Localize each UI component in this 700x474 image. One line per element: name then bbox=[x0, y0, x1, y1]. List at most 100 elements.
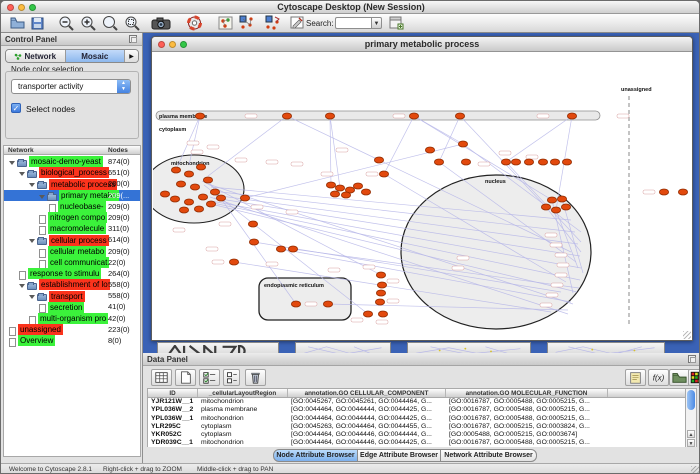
delete-attribute-icon[interactable] bbox=[245, 369, 266, 386]
network-node[interactable] bbox=[196, 164, 205, 170]
column-header[interactable]: ID bbox=[148, 389, 198, 397]
network-node[interactable] bbox=[249, 239, 258, 245]
tree-row[interactable]: transport558(0) bbox=[4, 290, 140, 301]
network-node[interactable] bbox=[353, 183, 362, 189]
tree-row[interactable]: multi-organism pro42(0) bbox=[4, 313, 140, 324]
graphics-details-icon[interactable] bbox=[217, 15, 234, 31]
background-window-sliver[interactable] bbox=[157, 342, 279, 353]
network-node[interactable] bbox=[659, 189, 668, 195]
network-node[interactable] bbox=[248, 221, 257, 227]
network-node[interactable] bbox=[176, 181, 185, 187]
node-color-dropdown[interactable]: transporter activity▲▼ bbox=[11, 79, 131, 94]
first-neighbors-icon[interactable] bbox=[238, 15, 255, 31]
network-node[interactable] bbox=[455, 113, 464, 119]
network-edge[interactable] bbox=[384, 116, 414, 174]
network-node[interactable] bbox=[524, 159, 533, 165]
network-edge[interactable] bbox=[439, 116, 460, 162]
network-node[interactable] bbox=[538, 159, 547, 165]
unselect-attributes-icon[interactable] bbox=[223, 369, 240, 386]
expand-arrow-icon[interactable] bbox=[29, 183, 35, 187]
network-node[interactable] bbox=[678, 189, 687, 195]
expand-arrow-icon[interactable] bbox=[39, 195, 45, 199]
network-node[interactable] bbox=[206, 201, 215, 207]
network-node[interactable] bbox=[323, 301, 332, 307]
tree-row[interactable]: unassigned223(0) bbox=[4, 324, 140, 335]
network-node[interactable] bbox=[170, 196, 179, 202]
zoom-out-icon[interactable] bbox=[58, 15, 75, 31]
network-node[interactable] bbox=[561, 204, 570, 210]
network-node[interactable] bbox=[378, 311, 387, 317]
zoom-in-icon[interactable] bbox=[80, 15, 97, 31]
tree-row[interactable]: establishment of lo558(0) bbox=[4, 279, 140, 290]
scrollbar-thumb[interactable] bbox=[687, 390, 695, 410]
tab-node-attribute-browser[interactable]: Node Attribute Browser bbox=[273, 449, 358, 462]
new-view-icon[interactable] bbox=[388, 15, 405, 31]
network-node[interactable] bbox=[194, 206, 203, 212]
tabs-overflow-arrow-icon[interactable]: ▶ bbox=[125, 50, 138, 62]
network-node[interactable] bbox=[210, 189, 219, 195]
search-input[interactable] bbox=[335, 17, 371, 29]
tab-network[interactable]: Network bbox=[6, 50, 66, 62]
network-edge[interactable] bbox=[287, 116, 379, 160]
zoom-fit-icon[interactable] bbox=[102, 15, 119, 31]
tree-row[interactable]: cellular process614(0) bbox=[4, 234, 140, 245]
scroll-down-icon[interactable]: ▼ bbox=[687, 439, 695, 447]
network-node[interactable] bbox=[551, 207, 560, 213]
tree-row[interactable]: response to stimulu264(0) bbox=[4, 268, 140, 279]
table-row[interactable]: YKR052Ccytoplasm[GO:0044464, GO:0044446,… bbox=[148, 431, 686, 439]
network-node[interactable] bbox=[160, 191, 169, 197]
snapshot-icon[interactable] bbox=[151, 15, 171, 31]
network-node[interactable] bbox=[184, 199, 193, 205]
network-node[interactable] bbox=[550, 159, 559, 165]
network-node[interactable] bbox=[375, 299, 384, 305]
background-window-sliver[interactable] bbox=[407, 342, 531, 353]
network-window-titlebar[interactable]: primary metabolic process bbox=[152, 37, 692, 52]
network-node[interactable] bbox=[511, 159, 520, 165]
network-node[interactable] bbox=[379, 171, 388, 177]
background-window-sliver[interactable] bbox=[295, 342, 391, 353]
table-row[interactable]: YPL036W__2plasma membrane[GO:0044464, GO… bbox=[148, 406, 686, 414]
network-node[interactable] bbox=[409, 113, 418, 119]
network-node[interactable] bbox=[195, 113, 204, 119]
network-node[interactable] bbox=[335, 185, 344, 191]
network-edge[interactable] bbox=[506, 116, 572, 162]
tree-row[interactable]: cellular metabo209(0) bbox=[4, 246, 140, 257]
table-scrollbar[interactable]: ▲ ▼ bbox=[685, 388, 697, 448]
network-node[interactable] bbox=[376, 290, 385, 296]
column-header[interactable]: _cellularLayoutRegion bbox=[198, 389, 288, 397]
scroll-up-icon[interactable]: ▲ bbox=[687, 430, 695, 438]
column-header[interactable]: annotation.GO MOLECULAR_FUNCTION bbox=[446, 389, 608, 397]
tree-row[interactable]: Overview8(0) bbox=[4, 335, 140, 346]
tab-network-attribute-browser[interactable]: Network Attribute Browser bbox=[441, 449, 537, 462]
network-node[interactable] bbox=[541, 204, 550, 210]
tree-row[interactable]: mosaic-demo-yeast874(0) bbox=[4, 156, 140, 167]
heatmap-icon[interactable] bbox=[688, 369, 700, 386]
tab-edge-attribute-browser[interactable]: Edge Attribute Browser bbox=[358, 449, 441, 462]
network-node[interactable] bbox=[198, 194, 207, 200]
new-attribute-icon[interactable] bbox=[175, 369, 196, 386]
network-node[interactable] bbox=[341, 192, 350, 198]
network-node[interactable] bbox=[282, 113, 291, 119]
open-session-icon[interactable] bbox=[9, 15, 26, 31]
network-node[interactable] bbox=[374, 157, 383, 163]
network-node[interactable] bbox=[501, 159, 510, 165]
network-node[interactable] bbox=[190, 184, 199, 190]
rotate-network-icon[interactable] bbox=[264, 15, 281, 31]
save-session-icon[interactable] bbox=[29, 15, 46, 31]
select-nodes-checkbox[interactable]: ✓ bbox=[11, 103, 21, 113]
network-node[interactable] bbox=[325, 113, 334, 119]
network-node[interactable] bbox=[458, 141, 467, 147]
network-node[interactable] bbox=[562, 159, 571, 165]
background-window-sliver[interactable] bbox=[547, 342, 665, 353]
network-canvas[interactable]: plasma membrane cytoplasm mitochondrion … bbox=[153, 53, 691, 340]
column-header[interactable]: annotation.GO CELLULAR_COMPONENT bbox=[288, 389, 446, 397]
network-node[interactable] bbox=[377, 282, 386, 288]
tab-mosaic[interactable]: Mosaic bbox=[66, 50, 126, 62]
tree-row[interactable]: secretion41(0) bbox=[4, 301, 140, 312]
tree-row[interactable]: metabolic process280(0) bbox=[4, 178, 140, 189]
tree-row[interactable]: nitrogen compo209(0) bbox=[4, 212, 140, 223]
network-node[interactable] bbox=[171, 167, 180, 173]
network-node[interactable] bbox=[363, 311, 372, 317]
network-node[interactable] bbox=[184, 171, 193, 177]
network-node[interactable] bbox=[203, 177, 212, 183]
